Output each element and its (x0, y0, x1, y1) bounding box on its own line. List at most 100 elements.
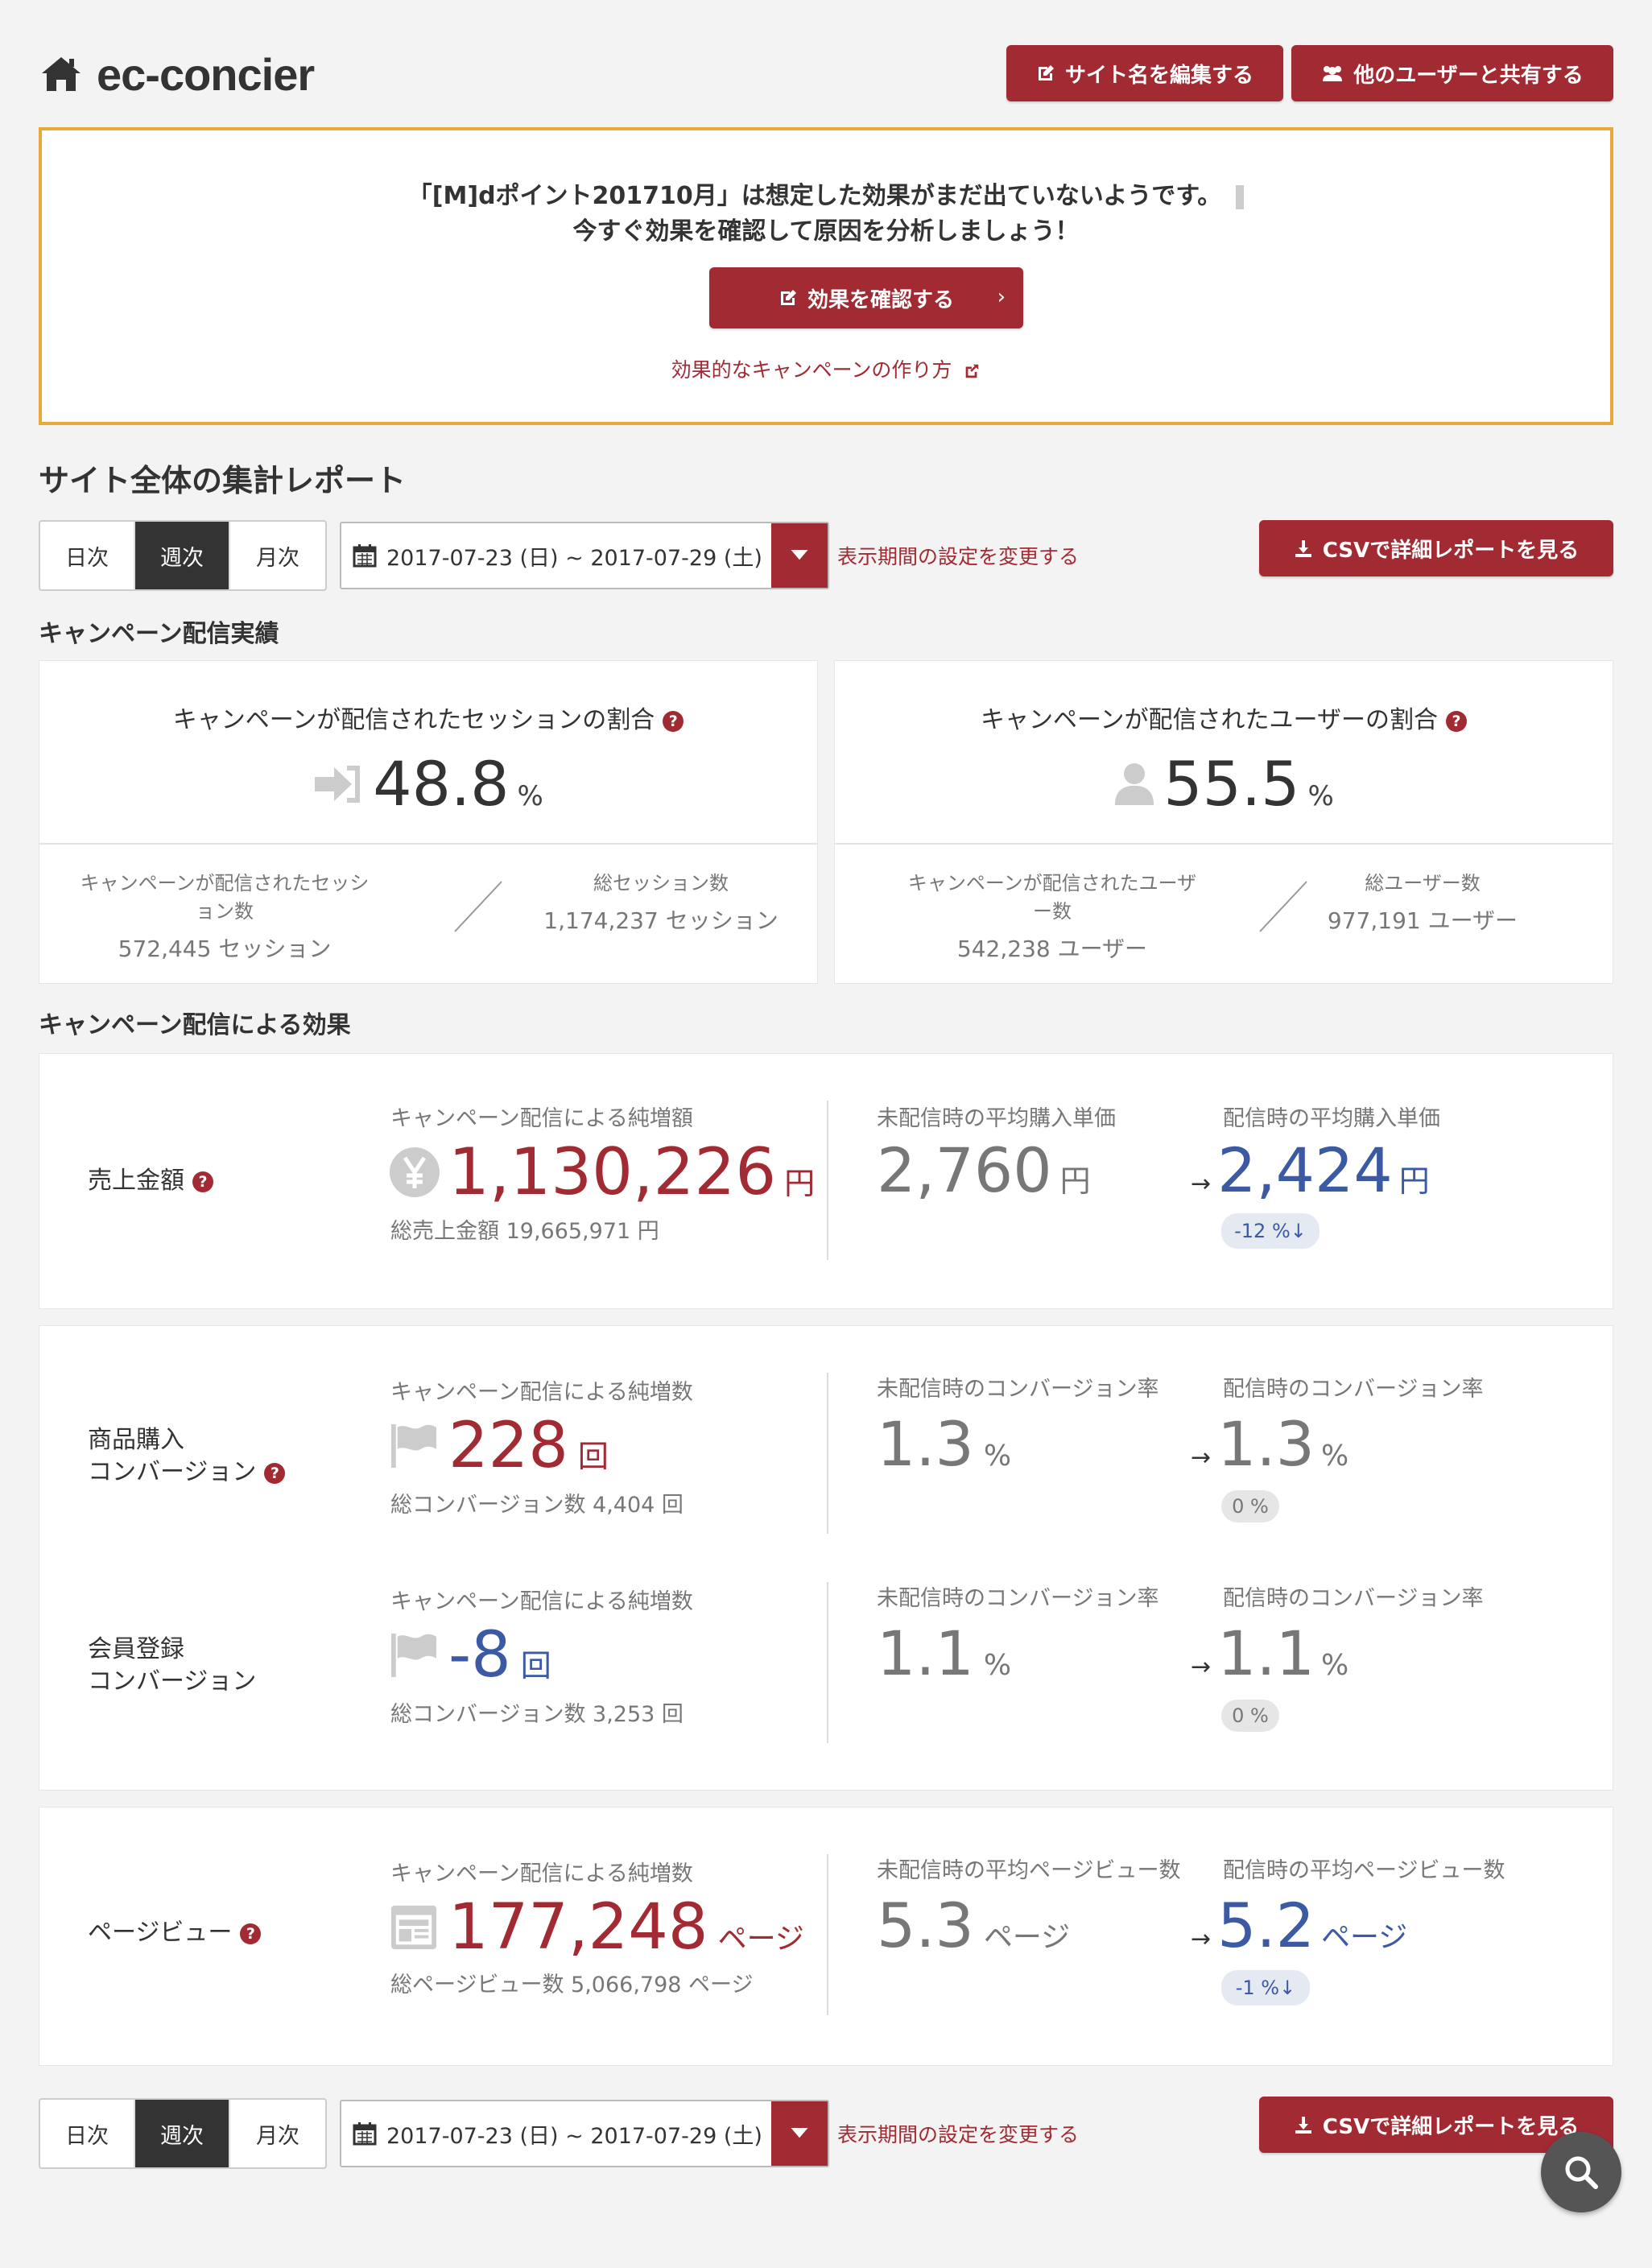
arrow-right-icon: → (1191, 1925, 1212, 1953)
sales-label: 売上金額? (88, 1165, 213, 1197)
purchase-cv-label: 商品購入 コンバージョン? (88, 1424, 286, 1489)
signup-cv-label: 会員登録 コンバージョン (88, 1634, 256, 1698)
share-users-button[interactable]: 他のユーザーと共有する (1291, 45, 1613, 101)
purchase-cv-label-line2: コンバージョン (88, 1458, 257, 1486)
home-icon (42, 57, 81, 91)
help-icon[interactable]: ? (1445, 710, 1467, 732)
date-range-display: 2017-07-23 (日) ~ 2017-07-29 (土) (341, 2101, 771, 2166)
total-sessions: 総セッション数 1,174,237 セッション (508, 867, 814, 936)
signup-increase-number: -8 (448, 1619, 511, 1692)
avg-price-delivered-number: 2,424 (1217, 1134, 1393, 1206)
search-icon (1565, 2156, 1598, 2189)
purchase-cv-label-line1: 商品購入 (88, 1426, 184, 1454)
pageview-increase-unit: ページ (717, 1923, 804, 1956)
pageview-total: 総ページビュー数 5,066,798 ページ (390, 1973, 754, 1997)
date-range-dropdown-button[interactable] (771, 2101, 828, 2166)
signup-increase-value: -8 回 (389, 1619, 551, 1692)
calendar-icon (353, 544, 377, 568)
floating-search-button[interactable] (1541, 2132, 1621, 2212)
card-divider (835, 843, 1613, 845)
avg-pageview-delivered-value: → 5.2 ページ (1191, 1890, 1407, 1961)
purchase-increase-value: 228 回 (389, 1410, 609, 1482)
users-icon (1323, 66, 1343, 81)
session-ratio-title: キャンペーンが配信されたセッションの割合? (39, 700, 817, 735)
tab-weekly[interactable]: 週次 (135, 522, 230, 589)
purchase-increase-unit: 回 (577, 1439, 609, 1474)
avg-pageview-change-badge: -1 %↓ (1221, 1970, 1310, 2006)
calendar-icon (353, 2122, 377, 2146)
flag-icon (390, 1423, 437, 1469)
user-ratio-number: 55.5 (1163, 748, 1300, 820)
change-period-link[interactable]: 表示期間の設定を変更する (837, 541, 1079, 570)
total-sessions-value: 1,174,237 セッション (543, 907, 779, 934)
tab-monthly[interactable]: 月次 (230, 2100, 325, 2167)
tab-monthly[interactable]: 月次 (230, 522, 325, 589)
session-ratio-title-text: キャンペーンが配信されたセッションの割合 (172, 706, 655, 734)
purchase-increase-number: 228 (448, 1410, 568, 1482)
help-icon[interactable]: ? (240, 1923, 262, 1944)
avg-pageview-undelivered-value: 5.3 ページ (877, 1890, 1070, 1961)
session-ratio-card: キャンペーンが配信されたセッションの割合? 48.8 % キャンペーンが配信され… (39, 660, 818, 984)
check-effect-button[interactable]: 効果を確認する › (709, 267, 1023, 328)
tab-daily[interactable]: 日次 (40, 522, 135, 589)
signup-rate-delivered-unit: % (1321, 1649, 1349, 1682)
change-period-link-bottom[interactable]: 表示期間の設定を変更する (837, 2119, 1079, 2148)
total-users: 総ユーザー数 977,191 ユーザー (1302, 867, 1543, 936)
delivered-sessions: キャンペーンが配信されたセッション数 572,445 セッション (72, 867, 378, 964)
campaign-howto-label: 効果的なキャンペーンの作り方 (671, 358, 952, 382)
date-range-text: 2017-07-23 (日) ~ 2017-07-29 (土) (386, 545, 762, 571)
sales-total: 総売上金額 19,665,971 円 (390, 1219, 659, 1244)
purchase-rate-delivered-value: → 1.3 % (1191, 1408, 1348, 1480)
sales-increase-unit: 円 (784, 1166, 816, 1201)
edit-site-name-button[interactable]: サイト名を編集する (1006, 45, 1283, 101)
date-range-display: 2017-07-23 (日) ~ 2017-07-29 (土) (341, 523, 771, 588)
column-divider (827, 1582, 828, 1743)
date-range-dropdown-button[interactable] (771, 523, 828, 588)
campaign-howto-link[interactable]: 効果的なキャンペーンの作り方 (42, 354, 1610, 383)
edit-site-name-label: サイト名を編集する (1064, 63, 1253, 88)
session-ratio-number: 48.8 (373, 748, 510, 820)
site-header: ec-concier (40, 42, 315, 106)
caret-down-icon (791, 2128, 808, 2138)
pageview-card: ページビュー? キャンペーン配信による純増数 177,248 ページ 総ページビ… (39, 1807, 1613, 2066)
user-ratio-card: キャンペーンが配信されたユーザーの割合? 55.5 % キャンペーンが配信された… (834, 660, 1613, 984)
avg-price-delivered-label: 配信時の平均購入単価 (1223, 1106, 1440, 1131)
pageview-label: ページビュー? (88, 1917, 262, 1949)
date-range-select[interactable]: 2017-07-23 (日) ~ 2017-07-29 (土) (340, 522, 829, 589)
alert-message-line2: 今すぐ効果を確認して原因を分析しましょう！ (572, 217, 1080, 246)
total-sessions-label: 総セッション数 (593, 872, 729, 894)
help-icon[interactable]: ? (192, 1171, 213, 1192)
total-users-value: 977,191 ユーザー (1327, 907, 1518, 934)
signup-rate-undelivered-number: 1.1 (877, 1617, 974, 1689)
effect-heading: キャンペーン配信による効果 (39, 1011, 351, 1039)
conversion-card: 商品購入 コンバージョン? キャンペーン配信による純増数 228 回 総コンバー… (39, 1325, 1613, 1791)
card-divider (39, 843, 817, 845)
download-icon (1295, 2117, 1311, 2134)
purchase-rate-undelivered-value: 1.3 % (877, 1408, 1011, 1480)
purchase-rate-delivered-unit: % (1321, 1440, 1349, 1473)
csv-report-button[interactable]: CSVで詳細レポートを見る (1259, 520, 1613, 576)
tab-weekly[interactable]: 週次 (135, 2100, 230, 2167)
avg-pageview-delivered-number: 5.2 (1217, 1890, 1315, 1961)
csv-report-label: CSVで詳細レポートを見る (1322, 538, 1580, 563)
site-name: ec-concier (97, 48, 315, 100)
avg-price-delivered-value: → 2,424 円 (1191, 1134, 1430, 1206)
edit-icon (1038, 65, 1054, 81)
edit-icon (780, 290, 796, 305)
column-divider (827, 1373, 828, 1534)
signup-rate-change-badge: 0 % (1221, 1700, 1279, 1732)
help-icon[interactable]: ? (663, 710, 684, 732)
date-range-select-bottom[interactable]: 2017-07-23 (日) ~ 2017-07-29 (土) (340, 2100, 829, 2167)
tab-daily[interactable]: 日次 (40, 2100, 135, 2167)
purchase-rate-change-badge: 0 % (1221, 1490, 1279, 1522)
alert-message-line1: 「[M]dポイント201710月」は想定した効果がまだ出ていないようです。 (42, 176, 1610, 211)
delivered-sessions-value: 572,445 セッション (118, 936, 332, 962)
delivery-heading: キャンペーン配信実績 (39, 620, 279, 648)
period-tabs: 日次 週次 月次 (39, 520, 327, 591)
avg-price-undelivered-number: 2,760 (877, 1134, 1052, 1206)
campaign-alert: 「[M]dポイント201710月」は想定した効果がまだ出ていないようです。 今す… (39, 127, 1613, 425)
help-icon[interactable]: ? (264, 1462, 286, 1484)
flag-icon (390, 1633, 437, 1678)
user-icon (1115, 762, 1154, 805)
avg-pageview-undelivered-unit: ページ (983, 1921, 1071, 1954)
